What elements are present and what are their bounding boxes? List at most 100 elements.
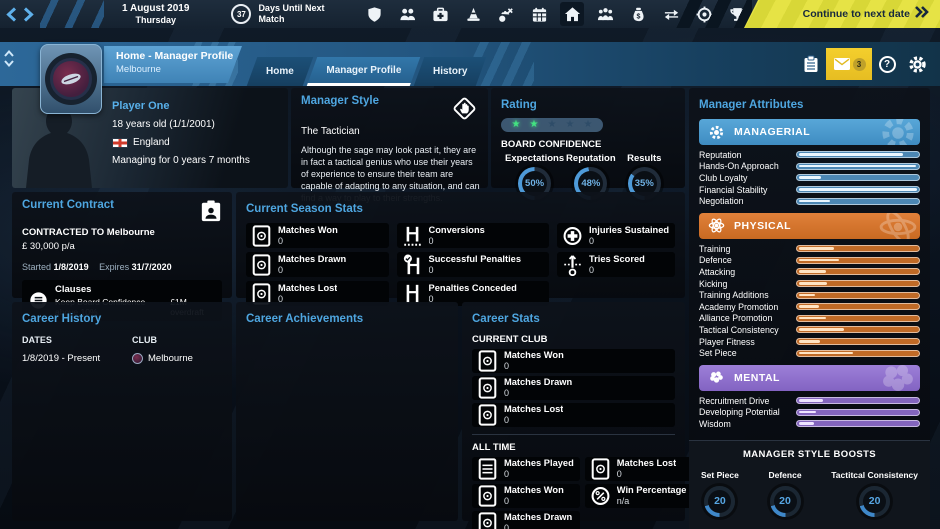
contract-card-icon — [200, 199, 222, 223]
section-header-mental: MENTAL — [699, 365, 920, 391]
forward-icon[interactable] — [23, 7, 34, 22]
stat-tile: Matches Played0 — [472, 457, 580, 481]
attribute-row: Player Fitness — [699, 336, 920, 348]
attribute-bar — [796, 257, 920, 264]
star-icon: ★ — [566, 120, 575, 130]
section-header-physical: PHYSICAL — [699, 213, 920, 239]
inbox-button[interactable]: 3 — [826, 48, 872, 80]
section-header-managerial: MANAGERIAL — [699, 119, 920, 145]
medical-icon[interactable] — [428, 2, 452, 26]
clauses-label: Clauses — [55, 284, 215, 295]
mental-brain-icon — [708, 369, 725, 386]
stat-tile: Conversions0 — [397, 223, 549, 248]
attribute-bar — [796, 315, 920, 322]
page-header: Home - Manager Profile Melbourne Home Ma… — [0, 42, 940, 86]
stat-tile: Matches Lost0 — [585, 457, 693, 481]
attribute-bar — [796, 198, 920, 205]
manager-nationality: England — [133, 137, 170, 148]
manager-style-boosts: MANAGER STYLE BOOSTS Set Piece 20 Defenc… — [689, 440, 930, 529]
squad-icon[interactable] — [395, 2, 419, 26]
all-time-stats: Matches Played0 Matches Lost0 Matches Wo… — [472, 457, 675, 529]
attribute-row: Defence — [699, 255, 920, 267]
england-flag-icon — [112, 138, 128, 148]
manager-style-panel: Manager Style The Tactician Although the… — [291, 88, 488, 188]
style-diamond-icon — [451, 95, 478, 122]
attribute-row: Recruitment Drive — [699, 395, 920, 407]
question-icon: ? — [879, 56, 896, 73]
list-icon — [478, 458, 497, 480]
divider — [472, 434, 675, 435]
manager-attributes-panel: Manager Attributes MANAGERIAL Reputation… — [689, 88, 930, 521]
salary: £ 30,000 p/a — [22, 241, 222, 252]
panel-title: Career History — [22, 313, 101, 325]
tab-manager-profile[interactable]: Manager Profile — [307, 57, 421, 86]
current-club-label: CURRENT CLUB — [472, 334, 675, 345]
attribute-row: Wisdom — [699, 418, 920, 430]
page-subtitle: Melbourne — [116, 64, 234, 75]
finances-icon[interactable]: $ — [626, 2, 650, 26]
club-logo[interactable] — [40, 44, 102, 114]
tab-bar: Home Manager Profile History — [252, 57, 481, 86]
gear-icon — [908, 55, 927, 74]
shield-icon[interactable] — [362, 2, 386, 26]
attribute-row: Training — [699, 243, 920, 255]
style-name: The Tactician — [301, 126, 478, 137]
managerial-attributes: Reputation Hands-On Approach Club Loyalt… — [699, 149, 920, 207]
clipboard-icon[interactable] — [796, 49, 826, 79]
stat-tile: Matches Won0 — [472, 349, 675, 373]
attribute-row: Club Loyalty — [699, 172, 920, 184]
col-header-dates: DATES — [22, 335, 132, 345]
cone-icon[interactable] — [461, 2, 485, 26]
match-icon — [252, 254, 271, 276]
stat-tile: Matches Drawn0 — [472, 376, 675, 400]
manager-silhouette — [18, 102, 100, 188]
attribute-row: Training Additions — [699, 289, 920, 301]
stripe-decoration — [674, 0, 752, 28]
collapse-toggle-icon[interactable] — [4, 50, 14, 67]
mail-icon — [833, 57, 851, 71]
match-icon — [478, 350, 497, 372]
breadcrumb: Home - Manager Profile Melbourne — [104, 46, 242, 83]
calendar-icon[interactable] — [527, 2, 551, 26]
continue-button[interactable]: Continue to next date — [744, 0, 940, 28]
stat-tile: Successful Penalties0 — [397, 252, 549, 277]
try-icon — [563, 254, 582, 276]
tab-home[interactable]: Home — [247, 57, 313, 86]
attribute-bar — [796, 292, 920, 299]
career-history-panel: Career History DATES CLUB 1/8/2019 - Pre… — [12, 302, 232, 521]
match-icon — [478, 512, 497, 529]
history-row[interactable]: 1/8/2019 - Present Melbourne — [22, 353, 222, 364]
stat-tile: Matches Drawn0 — [246, 252, 389, 277]
physical-atom-icon — [708, 217, 725, 234]
attribute-bar — [796, 420, 920, 427]
settings-button[interactable] — [902, 49, 932, 79]
career-stats-panel: Career Stats CURRENT CLUB Matches Won0 M… — [462, 302, 685, 521]
mental-watermark-icon — [878, 365, 918, 391]
manager-name: Player One — [112, 100, 250, 112]
attribute-bar — [796, 303, 920, 310]
history-club: Melbourne — [148, 353, 193, 364]
managerial-watermark-icon — [878, 119, 918, 145]
stat-tile: Matches Drawn0 — [472, 511, 580, 529]
attribute-bar — [796, 186, 920, 193]
tab-history[interactable]: History — [414, 57, 487, 86]
boost-gauge: Defence 20 — [768, 470, 801, 517]
panel-title: Career Achievements — [246, 313, 363, 325]
managerial-gear-icon — [708, 124, 725, 141]
contract-dates: Started 1/8/2019 Expires 31/7/2020 — [22, 262, 222, 272]
match-icon — [478, 404, 497, 426]
conversion-icon — [403, 225, 422, 247]
home-icon[interactable] — [560, 2, 584, 26]
stat-tile: Win Percentagen/a — [585, 484, 693, 508]
match-icon — [478, 485, 497, 507]
col-header-club: CLUB — [132, 335, 157, 345]
attribute-bar — [796, 409, 920, 416]
season-stats-col: Matches Won0 Matches Drawn0 Matches Lost… — [246, 223, 389, 306]
back-icon[interactable] — [6, 7, 17, 22]
staff-icon[interactable] — [593, 2, 617, 26]
star-icon: ★ — [530, 120, 539, 130]
panel-title: Manager Attributes — [699, 99, 803, 111]
star-icon: ★ — [512, 120, 521, 130]
help-button[interactable]: ? — [872, 49, 902, 79]
tactics-icon[interactable] — [494, 2, 518, 26]
